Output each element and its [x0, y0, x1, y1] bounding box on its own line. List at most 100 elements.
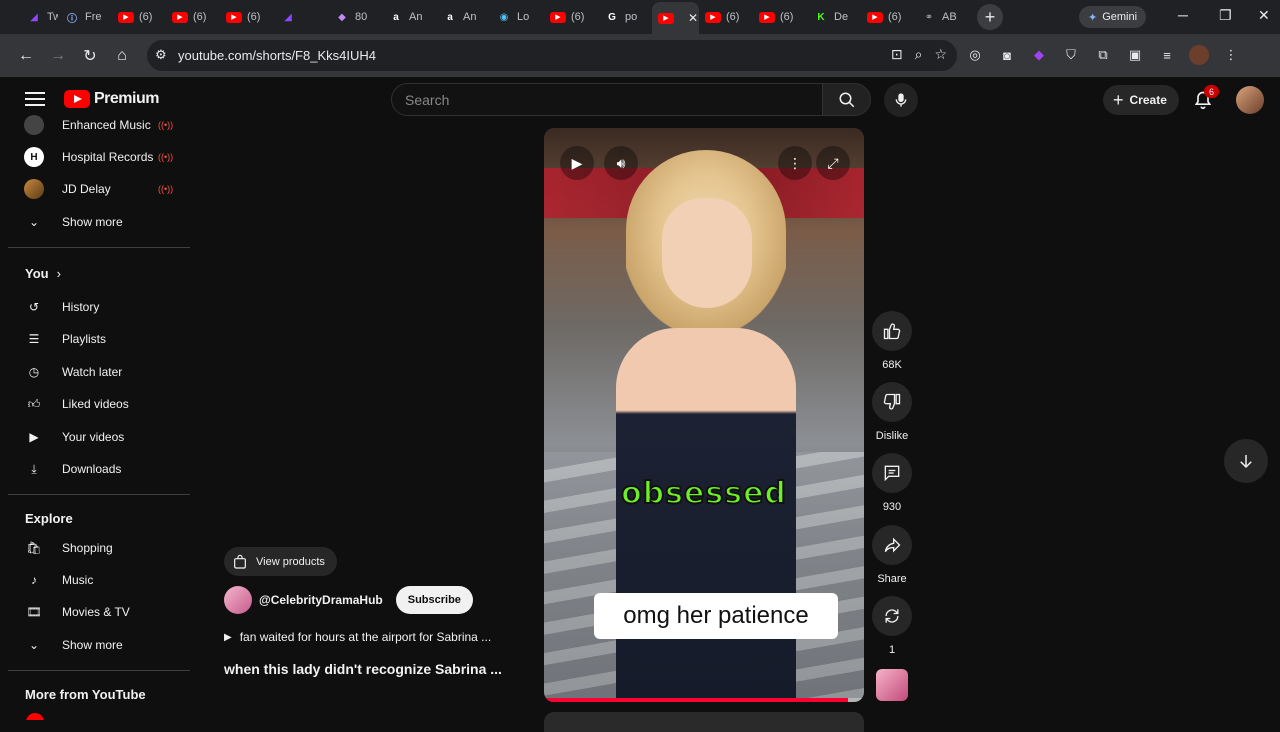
back-icon[interactable]: ←	[10, 40, 42, 72]
browser-tab[interactable]: ◢	[274, 3, 328, 31]
notifications-button[interactable]: 6	[1190, 85, 1219, 113]
browser-tab[interactable]: ▶ ✕	[652, 2, 699, 34]
comments-button[interactable]: 930	[872, 453, 912, 513]
address-bar[interactable]: ⚙ youtube.com/shorts/F8_Kks4IUH4 ⊡ ⌕ ☆	[147, 40, 957, 71]
video-progress-bar[interactable]	[544, 698, 864, 702]
show-more-explore[interactable]: ⌄ Show more	[24, 635, 123, 655]
view-products-button[interactable]: View products	[224, 547, 337, 576]
subscribe-button[interactable]: Subscribe	[395, 586, 473, 614]
sidebar-item-label: Music	[62, 573, 94, 587]
browser-tab[interactable]: a An	[436, 3, 490, 31]
new-tab-button[interactable]: +	[977, 4, 1003, 30]
sound-thumbnail[interactable]	[876, 669, 908, 701]
youtube-icon: ▶	[867, 11, 883, 23]
home-icon[interactable]: ⌂	[106, 40, 138, 72]
like-button[interactable]: 68K	[872, 311, 912, 371]
extension-purple-icon[interactable]: ◆	[1029, 45, 1049, 65]
microphone-icon	[895, 93, 907, 107]
site-info-icon[interactable]: ⚙	[155, 47, 167, 63]
browser-tab[interactable]: K De	[807, 3, 861, 31]
browser-tab[interactable]: ◢ Tw	[20, 3, 58, 31]
create-button[interactable]: + Create	[1103, 85, 1179, 115]
globe-icon: ◉	[499, 11, 509, 23]
browser-tab[interactable]: a An	[382, 3, 436, 31]
next-short-button[interactable]	[1224, 439, 1268, 483]
menu-dots-icon[interactable]: ⋮	[1221, 45, 1241, 65]
close-tab-icon[interactable]: ✕	[688, 11, 698, 25]
remix-button[interactable]: 1	[872, 596, 912, 656]
extension-shield-icon[interactable]: ⛉	[1061, 45, 1081, 65]
hamburger-menu-icon[interactable]	[24, 89, 46, 109]
play-icon[interactable]: ▶	[560, 146, 594, 180]
voice-search-button[interactable]	[884, 83, 918, 117]
dislike-button[interactable]: Dislike	[872, 382, 912, 442]
search-icon	[839, 92, 854, 107]
browser-tab[interactable]: ▶ (6)	[861, 3, 915, 31]
tab-label: Tw	[47, 11, 58, 23]
channel-avatar[interactable]	[224, 586, 252, 614]
sound-link[interactable]: ▶ fan waited for hours at the airport fo…	[224, 630, 524, 644]
reading-list-icon[interactable]: ≡	[1157, 45, 1177, 65]
you-section-title[interactable]: You ›	[25, 266, 61, 281]
browser-tab[interactable]: ◉ Lo	[490, 3, 544, 31]
browser-tab[interactable]: ▶ (6)	[753, 3, 807, 31]
restore-icon[interactable]: ❐	[1219, 7, 1232, 24]
reload-icon[interactable]: ↻	[74, 40, 106, 72]
show-more-subscriptions[interactable]: ⌄ Show more	[24, 212, 123, 232]
shopping-bag-icon	[234, 554, 246, 569]
bookmark-star-icon[interactable]: ☆	[934, 46, 947, 63]
browser-tab[interactable]: ▶ (6)	[112, 3, 166, 31]
extensions-puzzle-icon[interactable]: ⧉	[1093, 45, 1113, 65]
youtube-logo[interactable]: Premium	[64, 90, 159, 108]
fullscreen-icon[interactable]: ⤢	[816, 146, 850, 180]
sidebar-item-label: Hospital Records	[62, 150, 154, 164]
sidebar-item-your-videos[interactable]: ▶ Your videos	[24, 427, 124, 447]
sidebar-item-label: Downloads	[62, 462, 122, 476]
close-window-icon[interactable]: ✕	[1258, 7, 1270, 24]
sidebar-item-liked-videos[interactable]: 👍︎ Liked videos	[24, 394, 129, 414]
browser-tab[interactable]: ▶ (6)	[544, 3, 598, 31]
zoom-icon[interactable]: ⌕	[915, 46, 923, 63]
forward-icon[interactable]: →	[42, 40, 74, 72]
sidebar-item-playlists[interactable]: ☰ Playlists	[24, 329, 106, 349]
sidebar-item-watch-later[interactable]: ◷ Watch later	[24, 362, 123, 382]
sidebar-item-hospital-records[interactable]: H Hospital Records	[24, 147, 153, 167]
sidebar-item-movies-tv[interactable]: 🎞︎ Movies & TV	[24, 602, 129, 622]
browser-tab[interactable]: ▶ (6)	[220, 3, 274, 31]
search-button[interactable]	[822, 83, 871, 116]
more-options-icon[interactable]: ⋮	[778, 146, 812, 180]
extension-robot-icon[interactable]: ◙	[997, 45, 1017, 65]
youtube-studio-icon[interactable]	[26, 713, 44, 720]
sidebar-item-enhanced-music[interactable]: Enhanced Music	[24, 115, 151, 135]
sidebar-item-music[interactable]: ♪ Music	[24, 570, 93, 590]
clock-icon: ◷	[28, 365, 40, 379]
short-video-player[interactable]: ▶ 🔊︎ ⋮ ⤢ obsessed omg her patience	[544, 128, 864, 702]
channel-name[interactable]: @CelebrityDramaHub	[259, 593, 383, 607]
browser-tab[interactable]: ⚭ AB	[915, 3, 969, 31]
minimize-icon[interactable]: ─	[1178, 7, 1188, 23]
browser-tab[interactable]: ⓘ Fre	[58, 3, 112, 31]
gemini-icon: ✦	[1088, 11, 1098, 24]
sidebar-item-history[interactable]: ↺ History	[24, 297, 99, 317]
browser-tab[interactable]: ▶ (6)	[166, 3, 220, 31]
tab-label: (6)	[139, 11, 153, 23]
gemini-button[interactable]: ✦ Gemini	[1079, 6, 1147, 28]
extension-glasses-icon[interactable]: ◎	[965, 45, 985, 65]
history-icon: ↺	[28, 300, 40, 314]
side-panel-search-icon[interactable]: ▣	[1125, 45, 1145, 65]
sidebar-item-jd-delay[interactable]: JD Delay	[24, 179, 111, 199]
live-icon: ((•))	[158, 120, 174, 130]
browser-tab[interactable]: ◆ 80	[328, 3, 382, 31]
search-input[interactable]: Search	[391, 83, 823, 116]
browser-tab[interactable]: Gpo	[598, 3, 652, 31]
browser-tab[interactable]: ▶ (6)	[699, 3, 753, 31]
next-short-preview[interactable]	[544, 712, 864, 732]
profile-icon[interactable]	[1189, 45, 1209, 65]
share-button[interactable]: Share	[872, 525, 912, 585]
install-app-icon[interactable]: ⊡	[891, 46, 903, 63]
volume-icon[interactable]: 🔊︎	[604, 146, 638, 180]
account-avatar[interactable]	[1236, 86, 1264, 114]
sidebar-item-shopping[interactable]: 🛍︎ Shopping	[24, 538, 112, 558]
app-icon: ◆	[338, 11, 346, 23]
sidebar-item-downloads[interactable]: ⤓ Downloads	[24, 459, 121, 479]
